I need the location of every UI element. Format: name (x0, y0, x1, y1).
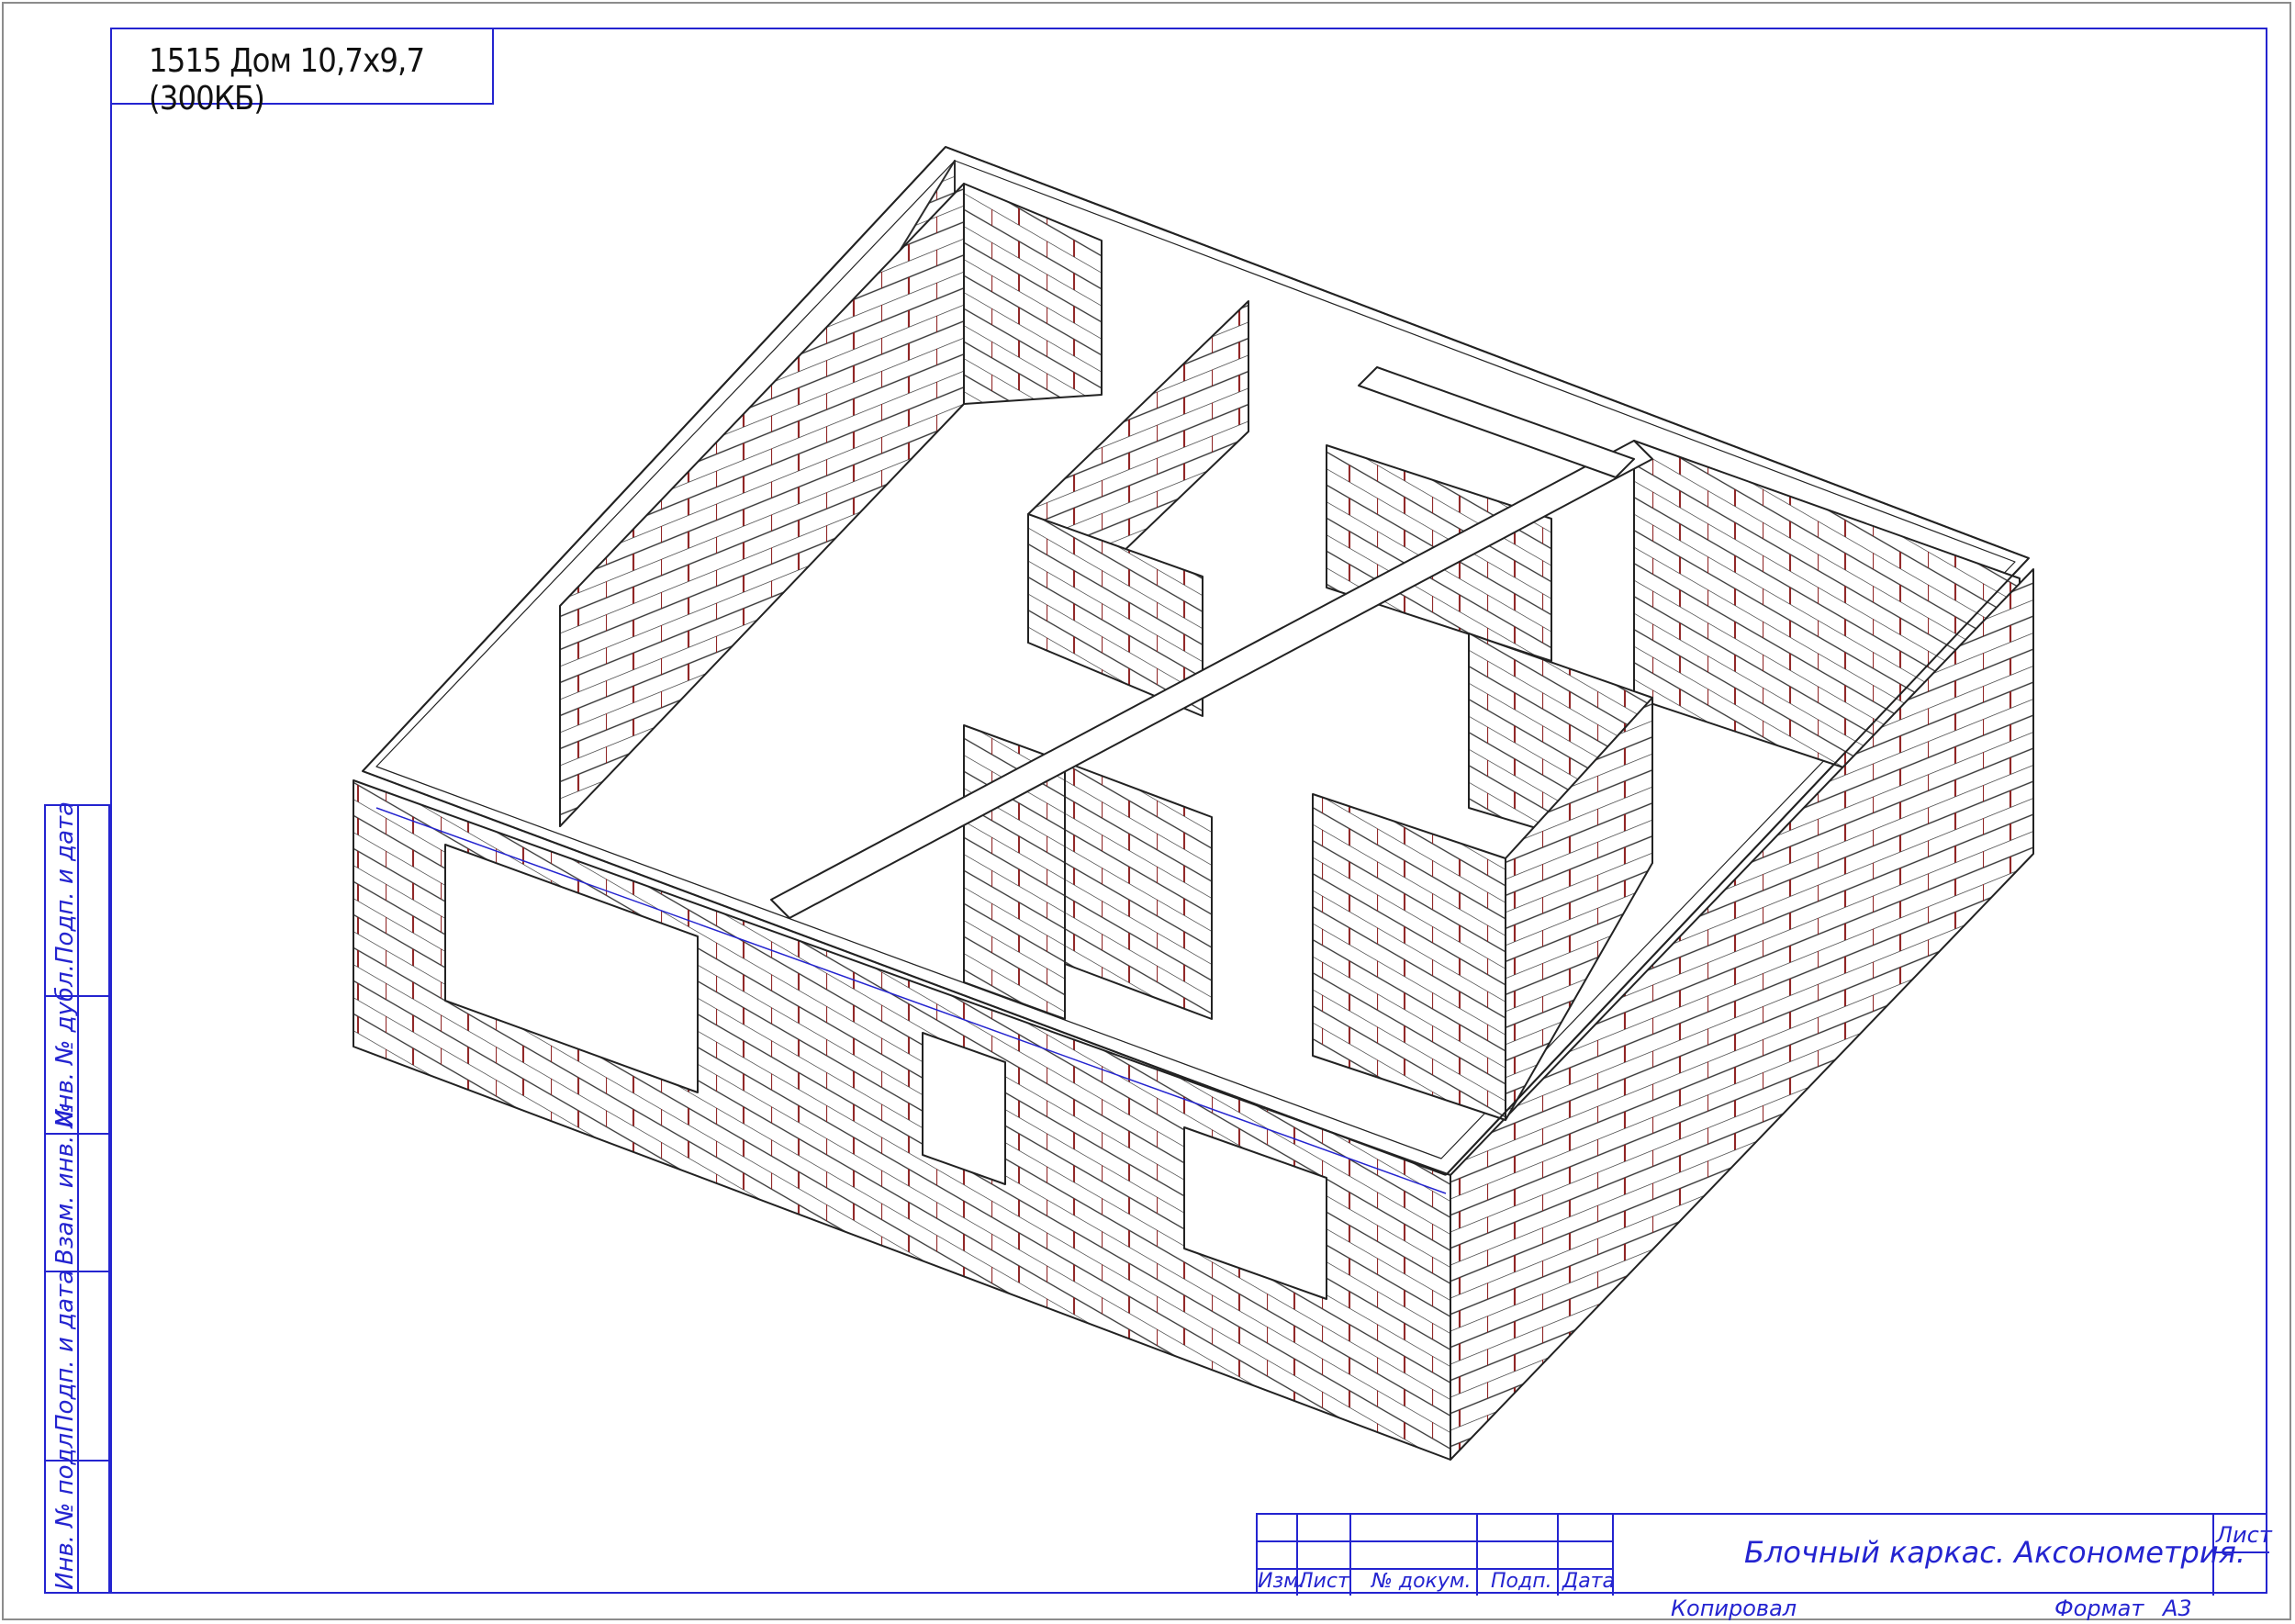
stamp-label: Подп. и дата (51, 1269, 79, 1432)
sheet-label: Лист (2216, 1522, 2272, 1548)
stamp-label: Взам. инв. № (51, 1103, 79, 1265)
axonometric-drawing (353, 146, 2034, 1461)
drawing-title: Блочный каркас. Аксонометрия. (1744, 1535, 2246, 1570)
tb-col-sign: Подп. (1491, 1570, 1552, 1593)
stamp-label: Инв. № подл. (51, 1425, 79, 1590)
tb-col-date: Дата (1562, 1570, 1615, 1593)
copied-label: Копировал (1671, 1596, 1797, 1621)
stamp-label: Подп. и дата (51, 801, 79, 964)
tb-col-doc: № докум. (1371, 1570, 1472, 1593)
partition-wall (1064, 761, 1213, 1020)
tb-col-list: Лист (1298, 1570, 1349, 1593)
partition-wall (1312, 793, 1506, 1121)
back-right-wall (963, 183, 1103, 405)
format-value: А3 (2163, 1596, 2192, 1621)
format-label: Формат (2054, 1596, 2144, 1621)
